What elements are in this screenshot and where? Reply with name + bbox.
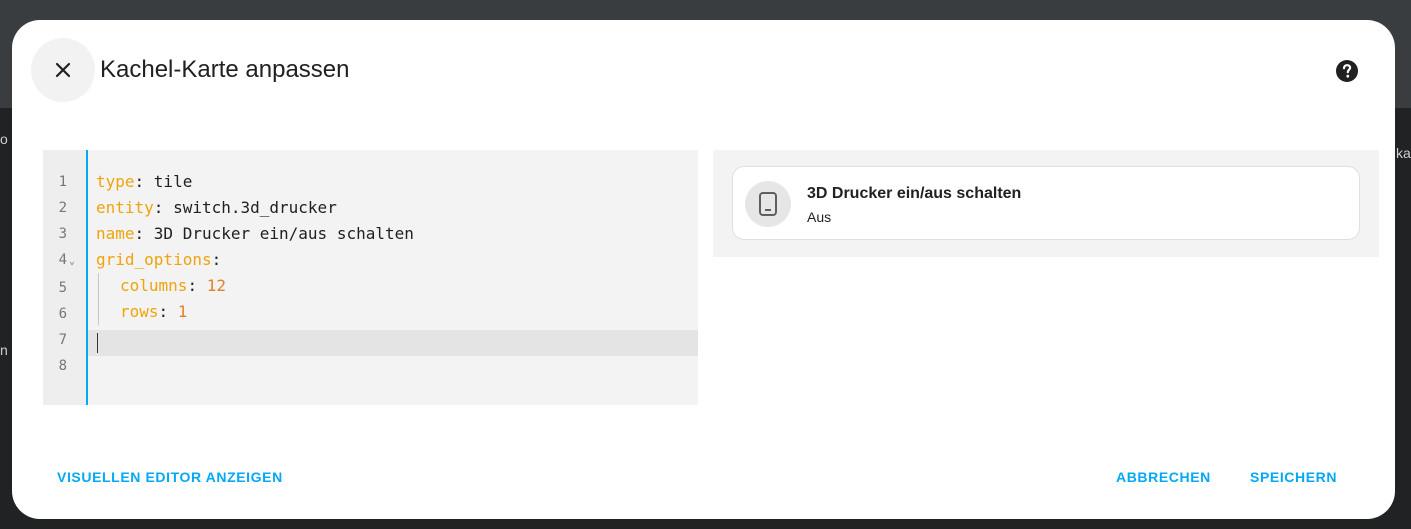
yaml-separator: : xyxy=(153,198,174,217)
yaml-separator: : xyxy=(187,276,207,295)
tile-name: 3D Drucker ein/aus schalten xyxy=(807,185,1022,202)
help-circle-icon xyxy=(1336,60,1358,82)
cancel-button[interactable]: ABBRECHEN xyxy=(1116,467,1211,487)
gutter-focus-border xyxy=(86,150,88,405)
backdrop-text: ka xyxy=(1396,145,1411,161)
fold-chevron-icon[interactable]: ⌄ xyxy=(69,249,75,275)
code-line: columns: 12 xyxy=(120,273,226,299)
yaml-separator: : xyxy=(211,250,222,269)
card-editor-dialog: Kachel-Karte anpassen 1 2 3 4 ⌄ 5 6 7 8 … xyxy=(12,20,1395,519)
yaml-key: entity xyxy=(96,198,154,217)
yaml-separator: : xyxy=(134,224,154,243)
backdrop-text: o xyxy=(0,131,8,147)
yaml-separator: : xyxy=(134,172,154,191)
yaml-key: type xyxy=(96,172,135,191)
line-number-gutter: 1 2 3 4 ⌄ 5 6 7 8 xyxy=(43,150,86,405)
card-preview: 3D Drucker ein/aus schalten Aus xyxy=(713,150,1379,257)
help-button[interactable] xyxy=(1330,54,1364,88)
text-cursor xyxy=(97,333,98,353)
save-button[interactable]: SPEICHERN xyxy=(1250,467,1337,487)
show-visual-editor-button[interactable]: VISUELLEN EDITOR ANZEIGEN xyxy=(57,467,283,487)
code-line: entity: switch.3d_drucker xyxy=(96,195,337,221)
yaml-key: rows xyxy=(120,302,159,321)
line-number: 2 xyxy=(58,200,67,216)
tile-card[interactable]: 3D Drucker ein/aus schalten Aus xyxy=(732,166,1360,240)
code-line: name: 3D Drucker ein/aus schalten xyxy=(96,221,414,247)
active-line-highlight xyxy=(88,330,698,356)
backdrop-text: n xyxy=(0,342,8,358)
tile-state: Aus xyxy=(807,209,832,225)
code-line: grid_options: xyxy=(96,247,221,273)
yaml-code-editor[interactable]: 1 2 3 4 ⌄ 5 6 7 8 type: tile entity: swi… xyxy=(43,150,698,405)
code-line: rows: 1 xyxy=(120,299,187,325)
line-number: 4 xyxy=(58,252,67,268)
code-line: type: tile xyxy=(96,169,192,195)
line-number: 3 xyxy=(58,226,67,242)
line-number: 6 xyxy=(58,306,67,322)
yaml-value: tile xyxy=(153,172,193,191)
close-button[interactable] xyxy=(31,38,95,102)
line-number: 5 xyxy=(58,280,67,296)
indent-guide xyxy=(98,273,99,299)
yaml-number: 12 xyxy=(206,276,226,295)
yaml-key: grid_options xyxy=(96,250,212,269)
close-icon xyxy=(55,62,71,78)
tile-icon-badge[interactable] xyxy=(745,181,791,227)
yaml-value: switch.3d_drucker xyxy=(173,198,337,217)
indent-guide xyxy=(98,299,99,325)
line-number: 8 xyxy=(58,358,67,374)
yaml-value: 3D Drucker ein/aus schalten xyxy=(153,224,414,243)
yaml-separator: : xyxy=(158,302,178,321)
yaml-number: 1 xyxy=(177,302,188,321)
line-number: 7 xyxy=(58,332,67,348)
power-socket-icon xyxy=(759,192,777,216)
dialog-title: Kachel-Karte anpassen xyxy=(100,56,350,83)
yaml-key: columns xyxy=(120,276,188,295)
line-number: 1 xyxy=(58,174,67,190)
yaml-key: name xyxy=(96,224,135,243)
